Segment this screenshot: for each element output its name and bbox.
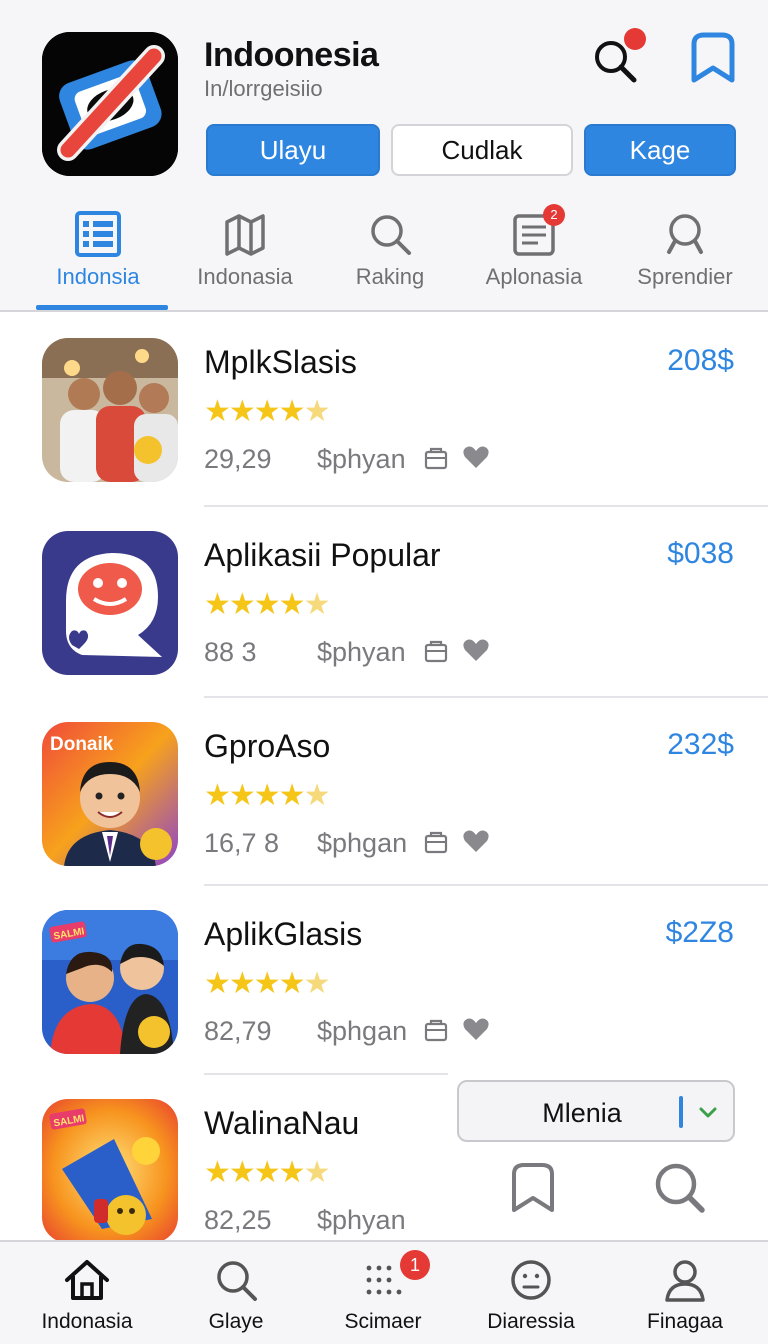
tab-aplonasia[interactable]: 2 Aplonasia bbox=[459, 200, 609, 312]
list-item[interactable]: MplkSlasis 208$ ★★★★★ 29,29 $phyan bbox=[0, 314, 768, 504]
app-tag: $phyan bbox=[317, 444, 406, 474]
app-price: $038 bbox=[667, 537, 734, 570]
nav-item-diaressia[interactable]: Diaressia bbox=[456, 1242, 606, 1344]
search-icon[interactable] bbox=[652, 1160, 706, 1216]
star-rating: ★★★★★ bbox=[204, 779, 330, 812]
text-cursor bbox=[679, 1096, 683, 1128]
face-icon bbox=[507, 1256, 555, 1304]
app-count: 82,79 bbox=[204, 1016, 272, 1046]
tab-sprendier[interactable]: Sprendier bbox=[610, 200, 760, 312]
list-item[interactable]: Aplikasii Popular $038 ★★★★★ 88 3 $phyan bbox=[0, 507, 768, 697]
star-rating: ★★★★★ bbox=[204, 588, 330, 621]
nav-label: Indonasia bbox=[41, 1310, 133, 1333]
home-icon bbox=[63, 1256, 111, 1304]
bag-icon[interactable] bbox=[424, 639, 448, 663]
bookmark-icon[interactable] bbox=[688, 30, 738, 88]
bag-icon[interactable] bbox=[424, 446, 448, 470]
nav-label: Diaressia bbox=[487, 1310, 575, 1333]
app-count: 82,25 bbox=[204, 1205, 272, 1235]
app-thumbnail bbox=[42, 531, 178, 675]
app-price: 232$ bbox=[667, 728, 734, 761]
thumbnail-text: Donaik bbox=[50, 734, 114, 755]
app-tag: $phgan bbox=[317, 828, 408, 858]
search-icon bbox=[212, 1256, 260, 1304]
app-title: Indoonesia bbox=[204, 36, 379, 74]
app-name: MplkSlasis bbox=[204, 344, 357, 380]
nav-label: Glaye bbox=[208, 1310, 264, 1333]
heart-icon[interactable] bbox=[462, 637, 490, 663]
app-thumbnail bbox=[42, 338, 178, 482]
map-icon bbox=[221, 210, 269, 258]
star-rating: ★★★★★ bbox=[204, 967, 330, 1000]
menu-select[interactable]: Mlenia bbox=[457, 1080, 735, 1142]
list-icon bbox=[74, 210, 122, 258]
bookmark-icon[interactable] bbox=[508, 1160, 558, 1216]
app-name: AplikGlasis bbox=[204, 916, 363, 952]
chevron-down-icon bbox=[697, 1102, 719, 1124]
app-thumbnail: SALMI bbox=[42, 910, 178, 1054]
search-icon bbox=[366, 210, 414, 258]
app-count: 29,29 bbox=[204, 444, 272, 474]
cudlak-button[interactable]: Cudlak bbox=[391, 124, 573, 176]
active-tab-indicator bbox=[36, 305, 168, 310]
app-logo-icon[interactable] bbox=[42, 32, 178, 176]
nav-item-glaye[interactable]: Glaye bbox=[161, 1242, 311, 1344]
menu-select-label: Mlenia bbox=[542, 1098, 622, 1128]
app-count: 16,7 8 bbox=[204, 828, 280, 858]
tab-label: Raking bbox=[355, 264, 425, 289]
app-subtitle: In/lorrgeisiio bbox=[204, 76, 323, 101]
tab-label: Indonasia bbox=[197, 264, 293, 289]
nav-item-finagaa[interactable]: Finagaa bbox=[610, 1242, 760, 1344]
bag-icon[interactable] bbox=[424, 1018, 448, 1042]
person-icon bbox=[661, 1256, 709, 1304]
app-name: Aplikasii Popular bbox=[204, 537, 441, 573]
tab-label: Indonsia bbox=[56, 264, 140, 289]
ulayu-button[interactable]: Ulayu bbox=[206, 124, 380, 176]
app-tag: $phgan bbox=[317, 1016, 408, 1046]
search-icon bbox=[661, 210, 709, 258]
list-item[interactable]: SALMI AplikGlasis $2Z8 ★★★★★ 82,79 $phga… bbox=[0, 886, 768, 1076]
nav-item-indonasia[interactable]: Indonasia bbox=[12, 1242, 162, 1344]
tab-indonsia[interactable]: Indonsia bbox=[23, 200, 173, 312]
nav-item-scimaer[interactable]: 1 Scimaer bbox=[308, 1242, 458, 1344]
tab-label: Sprendier bbox=[637, 264, 733, 289]
tab-label: Aplonasia bbox=[485, 264, 583, 289]
app-count: 88 3 bbox=[204, 637, 257, 667]
app-name: WalinaNau bbox=[204, 1105, 360, 1141]
app-tag: $phyan bbox=[317, 1205, 406, 1235]
heart-icon[interactable] bbox=[462, 1016, 490, 1042]
heart-icon[interactable] bbox=[462, 444, 490, 470]
tab-raking[interactable]: Raking bbox=[315, 200, 465, 312]
app-tag: $phyan bbox=[317, 637, 406, 667]
app-thumbnail: Donaik bbox=[42, 722, 178, 866]
star-rating: ★★★★★ bbox=[204, 395, 330, 428]
app-thumbnail: SALMI bbox=[42, 1099, 178, 1240]
heart-icon[interactable] bbox=[462, 828, 490, 854]
app-price: 208$ bbox=[667, 344, 734, 377]
notification-dot bbox=[624, 28, 646, 50]
star-rating: ★★★★★ bbox=[204, 1156, 330, 1189]
notification-badge: 1 bbox=[400, 1250, 430, 1280]
list-item[interactable]: Donaik GproAso 232$ ★★★★★ 16,7 8 $phgan bbox=[0, 698, 768, 888]
kage-button[interactable]: Kage bbox=[584, 124, 736, 176]
nav-label: Finagaa bbox=[647, 1310, 723, 1333]
nav-label: Scimaer bbox=[344, 1310, 422, 1333]
tab-indonasia[interactable]: Indonasia bbox=[170, 200, 320, 312]
app-name: GproAso bbox=[204, 728, 331, 764]
tab-bar: Indonsia Indonasia Raking 2 Aplonasia Sp… bbox=[0, 200, 768, 312]
bag-icon[interactable] bbox=[424, 830, 448, 854]
tab-badge: 2 bbox=[543, 204, 565, 226]
app-price: $2Z8 bbox=[665, 916, 734, 949]
bottom-navigation: Indonasia Glaye 1 Scimaer Diaressia Fina… bbox=[0, 1240, 768, 1344]
app-header: Indoonesia In/lorrgeisiio Ulayu Cudlak K… bbox=[0, 0, 768, 312]
